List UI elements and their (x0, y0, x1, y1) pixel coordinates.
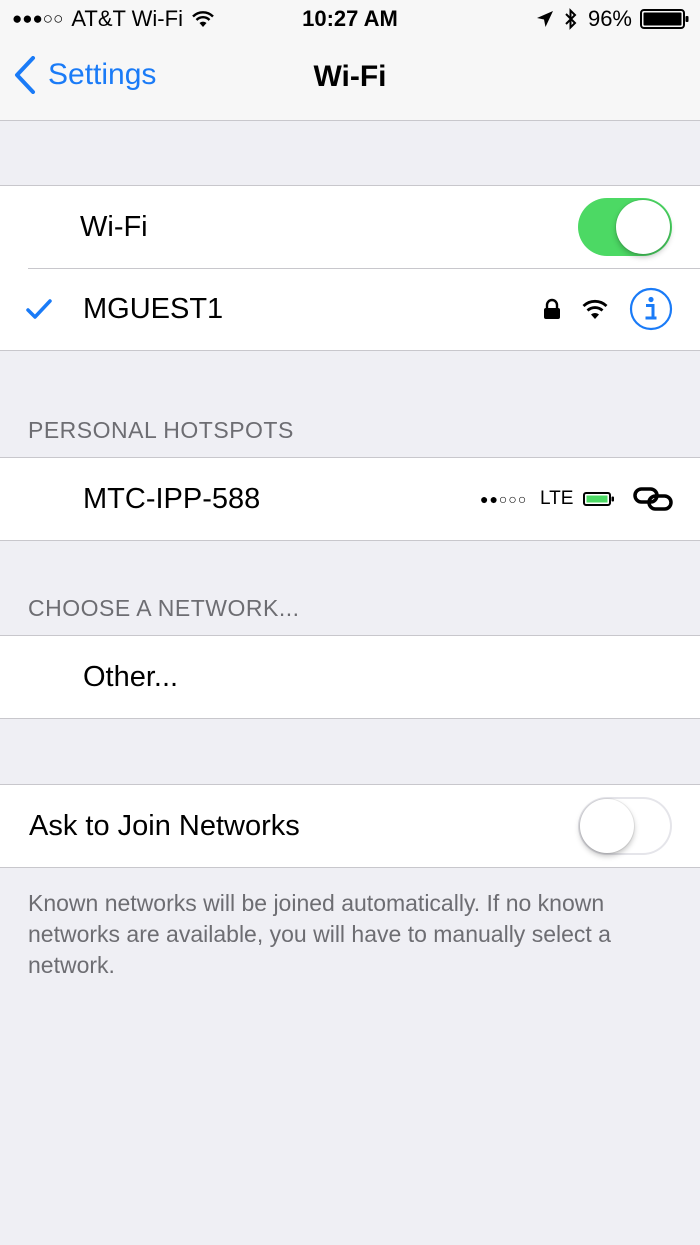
battery-icon (640, 9, 689, 29)
bluetooth-icon (565, 8, 577, 30)
checkmark-icon (26, 299, 52, 319)
wifi-toggle-row: Wi-Fi (0, 186, 700, 268)
personal-hotspots-header: PERSONAL HOTSPOTS (28, 417, 294, 443)
navigation-bar: Settings Wi-Fi (0, 38, 700, 121)
battery-percentage: 96% (587, 6, 632, 31)
toggle-knob (580, 799, 634, 853)
status-right: 96% (536, 6, 690, 32)
hotspot-battery-icon (583, 492, 614, 506)
wifi-group: Wi-Fi MGUEST1 (0, 185, 700, 351)
info-button[interactable] (629, 287, 673, 331)
connected-network-row[interactable]: MGUEST1 (0, 268, 700, 350)
hotspot-network-type: LTE (540, 488, 574, 509)
ask-to-join-label: Ask to Join Networks (29, 809, 300, 842)
hotspot-signal-indicator: ●●○○○ (480, 491, 528, 507)
hotspot-name: MTC-IPP-588 (83, 482, 261, 515)
ask-to-join-footer: Known networks will be joined automatica… (28, 890, 611, 978)
other-network-label: Other... (83, 660, 179, 693)
ask-to-join-group: Ask to Join Networks (0, 784, 700, 868)
hotspot-row[interactable]: MTC-IPP-588 ●●○○○ LTE (0, 458, 700, 540)
location-arrow-icon (536, 11, 553, 27)
ask-to-join-row: Ask to Join Networks (0, 785, 700, 867)
personal-hotspots-group: MTC-IPP-588 ●●○○○ LTE (0, 457, 700, 541)
choose-network-header: CHOOSE A NETWORK... (28, 595, 300, 621)
chain-link-icon (633, 487, 673, 511)
lock-icon (544, 298, 560, 319)
status-bar: ●●●○○ AT&T Wi-Fi 10:27 AM 96% (0, 0, 700, 38)
toggle-knob (616, 200, 670, 254)
other-network-row[interactable]: Other... (0, 636, 700, 718)
wifi-label: Wi-Fi (80, 210, 148, 243)
connected-network-name: MGUEST1 (83, 292, 224, 325)
choose-network-group: Other... (0, 635, 700, 719)
wifi-signal-icon (582, 299, 608, 319)
ask-to-join-toggle[interactable] (578, 797, 672, 855)
wifi-toggle[interactable] (578, 198, 672, 256)
page-title: Wi-Fi (313, 60, 387, 93)
